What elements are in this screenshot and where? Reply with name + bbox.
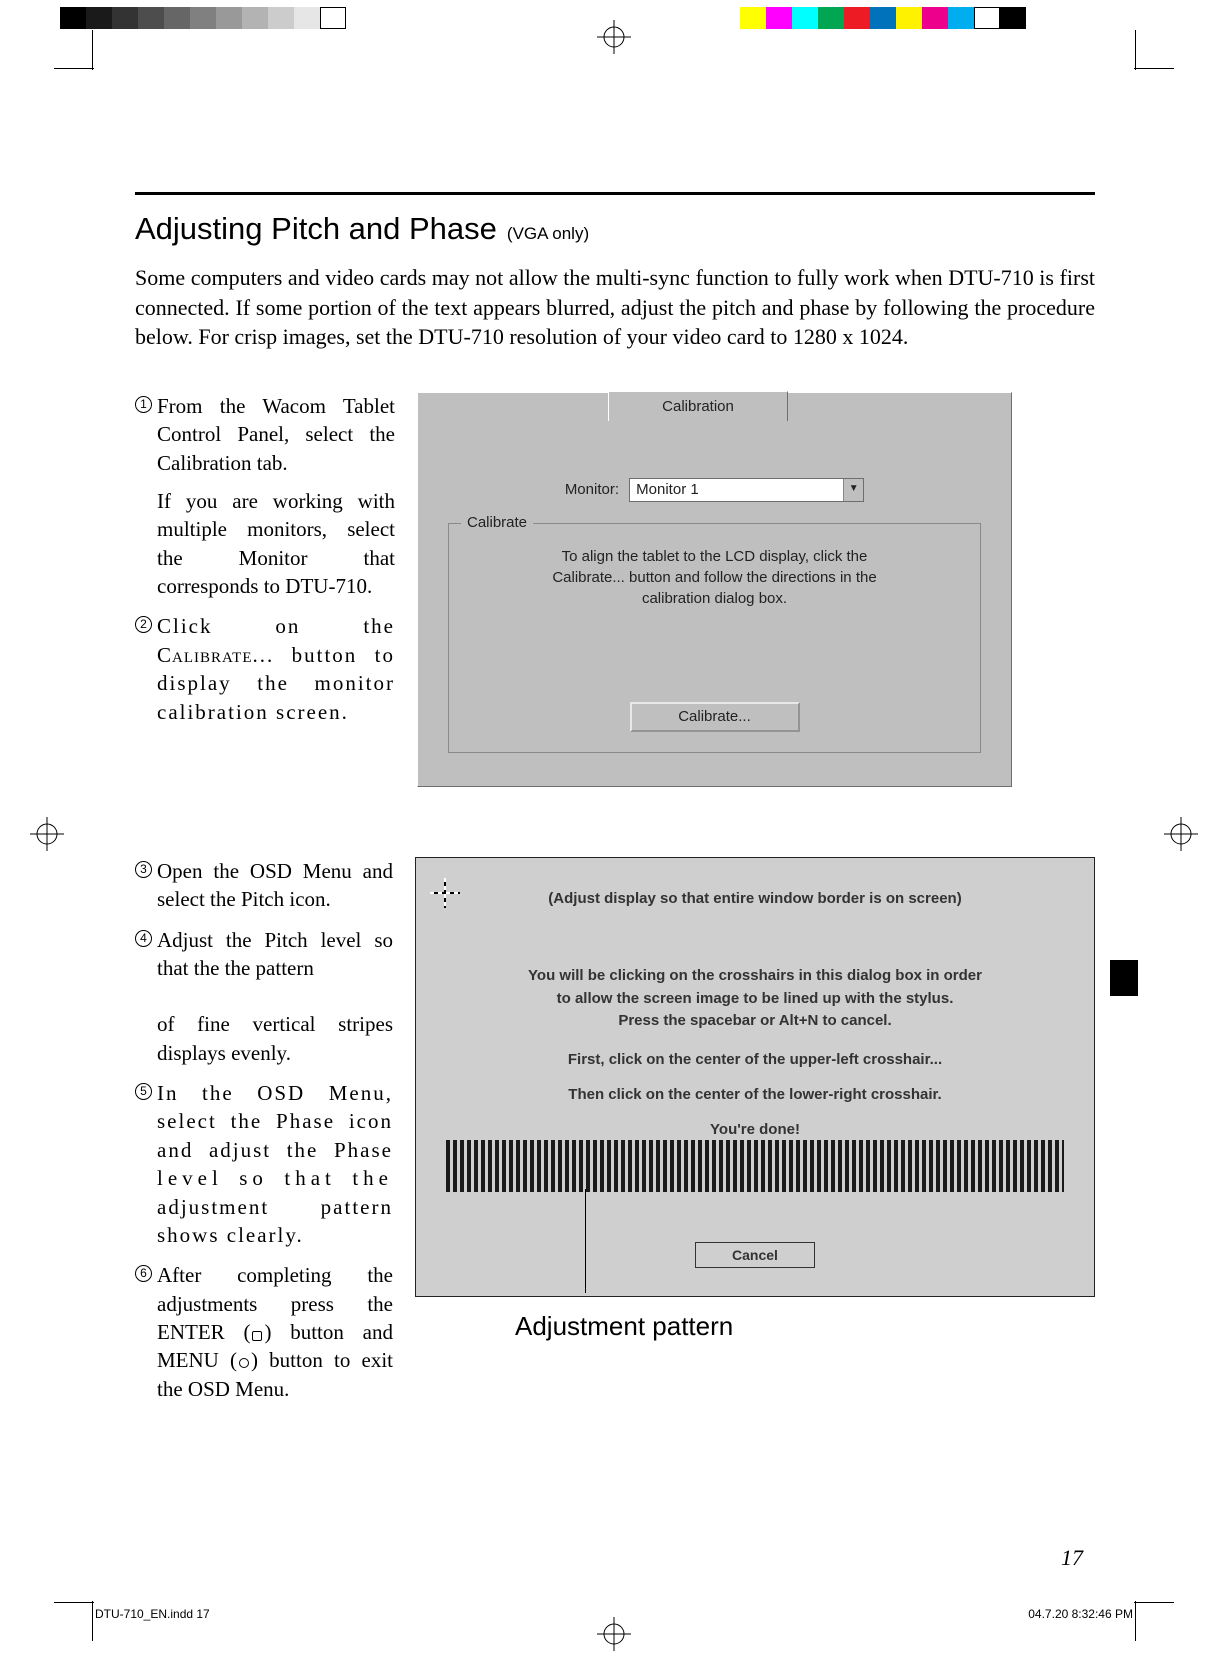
- color-swatches: [740, 7, 1026, 29]
- groupbox-legend: Calibrate: [461, 514, 533, 531]
- step-text-pre: In the OSD Menu, select the Phase icon a…: [157, 1081, 393, 1162]
- step-5: 5 In the OSD Menu, select the Phase icon…: [135, 1079, 393, 1249]
- grayscale-swatches: [60, 7, 346, 29]
- steps-column-a: 1 From the Wacom Tablet Control Panel, s…: [135, 392, 395, 787]
- page-content: Adjusting Pitch and Phase (VGA only) Som…: [135, 192, 1095, 1415]
- step-marker: 4: [135, 926, 157, 1067]
- block-2: 3 Open the OSD Menu and select the Pitch…: [135, 857, 1095, 1415]
- step-marker: 2: [135, 612, 157, 725]
- step-subtext: of fine vertical stripes displays evenly…: [157, 1012, 393, 1064]
- menu-circle-icon: [239, 1358, 249, 1368]
- title-main: Adjusting Pitch and Phase: [135, 211, 497, 246]
- adjustment-pattern-stripes: [446, 1140, 1064, 1192]
- block-1: 1 From the Wacom Tablet Control Panel, s…: [135, 392, 1095, 787]
- monitor-value: Monitor 1: [636, 481, 699, 498]
- monitor-label: Monitor:: [565, 481, 619, 498]
- tab-calibration[interactable]: Calibration: [608, 391, 788, 421]
- calibrate-groupbox: Calibrate To align the tablet to the LCD…: [448, 523, 981, 753]
- registration-cross-top: [597, 20, 631, 54]
- cancel-button[interactable]: Cancel: [695, 1242, 815, 1268]
- step-6: 6 After completing the adjustments press…: [135, 1261, 393, 1403]
- rule-top: [135, 192, 1095, 195]
- step-text: Adjust the Pitch level so that the the p…: [157, 928, 393, 980]
- step-2: 2 Click on the Calibrate... button to di…: [135, 612, 395, 725]
- dialog-line-3: You're done!: [416, 1121, 1094, 1138]
- page-title: Adjusting Pitch and Phase (VGA only): [135, 211, 1095, 247]
- step-marker: 5: [135, 1079, 157, 1249]
- step-text: Open the OSD Menu and select the Pitch i…: [157, 857, 393, 914]
- adjustment-pattern-label: Adjustment pattern: [515, 1311, 1095, 1342]
- slug-date: 04.7.20 8:32:46 PM: [1028, 1607, 1133, 1621]
- step-marker: 6: [135, 1261, 157, 1403]
- step-text-pre: Click on the: [157, 614, 395, 638]
- groupbox-help: To align the tablet to the LCD display, …: [479, 546, 950, 609]
- slug-line: DTU-710_EN.indd 17 04.7.20 8:32:46 PM: [95, 1607, 1133, 1621]
- slug-file: DTU-710_EN.indd 17: [95, 1607, 210, 1621]
- registration-cross-left: [30, 817, 64, 851]
- registration-cross-bottom: [597, 1617, 631, 1651]
- monitor-select[interactable]: Monitor 1 ▼: [629, 478, 864, 502]
- step-1: 1 From the Wacom Tablet Control Panel, s…: [135, 392, 395, 600]
- step-text-sc: Calibrate: [157, 643, 253, 667]
- crosshair-icon[interactable]: [430, 878, 460, 908]
- bleed-tab: [1110, 960, 1138, 996]
- callout-leader-line: [585, 1189, 586, 1293]
- step-marker: 1: [135, 392, 157, 600]
- step-marker: 3: [135, 857, 157, 914]
- registration-cross-right: [1164, 817, 1198, 851]
- step-text-post: adjustment pattern shows clearly.: [157, 1195, 393, 1247]
- step-3: 3 Open the OSD Menu and select the Pitch…: [135, 857, 393, 914]
- step-4: 4 Adjust the Pitch level so that the the…: [135, 926, 393, 1067]
- dialog-line-2: Then click on the center of the lower-ri…: [416, 1086, 1094, 1103]
- screenshot-calibration-panel: Calibration Monitor: Monitor 1 ▼ Calibra…: [417, 392, 1095, 787]
- chevron-down-icon: ▼: [843, 479, 863, 501]
- dialog-line-1: First, click on the center of the upper-…: [416, 1051, 1094, 1068]
- calibrate-button[interactable]: Calibrate...: [630, 702, 800, 732]
- dialog-text: You will be clicking on the crosshairs i…: [416, 965, 1094, 1033]
- step-text: From the Wacom Tablet Control Panel, sel…: [157, 394, 395, 475]
- dialog-hint: (Adjust display so that entire window bo…: [416, 890, 1094, 907]
- title-sub: (VGA only): [507, 224, 589, 243]
- calibration-panel: Calibration Monitor: Monitor 1 ▼ Calibra…: [417, 392, 1012, 787]
- enter-square-icon: [252, 1331, 262, 1341]
- page-number: 17: [1061, 1545, 1083, 1571]
- step-subtext: If you are working with multiple monitor…: [157, 487, 395, 600]
- step-text-wide: level so that the: [157, 1166, 393, 1190]
- crop-mark-tl: [54, 30, 94, 70]
- crop-mark-br: [1134, 1601, 1174, 1641]
- steps-column-b: 3 Open the OSD Menu and select the Pitch…: [135, 857, 393, 1415]
- calibration-dialog: (Adjust display so that entire window bo…: [415, 857, 1095, 1297]
- crop-mark-bl: [54, 1601, 94, 1641]
- screenshot-calibration-dialog: (Adjust display so that entire window bo…: [415, 857, 1095, 1415]
- intro-paragraph: Some computers and video cards may not a…: [135, 263, 1095, 352]
- crop-mark-tr: [1134, 30, 1174, 70]
